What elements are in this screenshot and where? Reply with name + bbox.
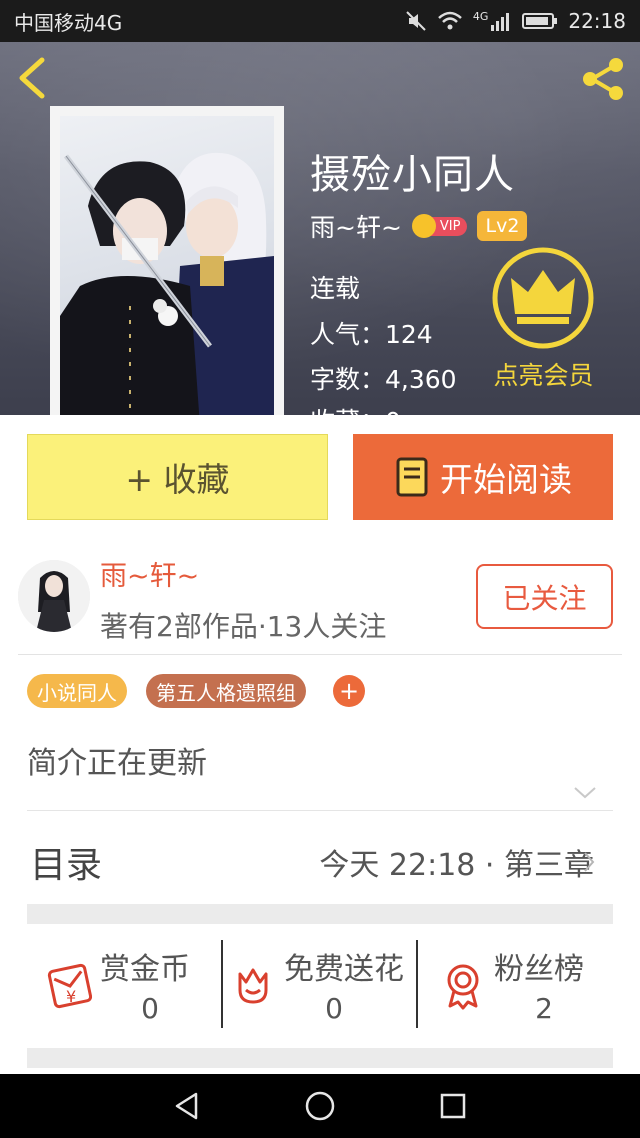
book-detail-screen: 中国移动4G 4G 22:18 摄殓小同人 雨~轩~ VIP Lv2 连载 人气…: [0, 0, 640, 1138]
crown-icon: [492, 247, 594, 349]
reward-coins-label: 赏金币: [100, 952, 190, 987]
send-flowers-label: 免费送花: [284, 952, 404, 987]
favorite-label: + 收藏: [125, 460, 230, 499]
book-cover[interactable]: [50, 106, 284, 415]
book-icon: [396, 457, 428, 497]
reward-coins[interactable]: ¥ 赏金币 0: [44, 940, 214, 1030]
follow-button[interactable]: 已关注: [476, 564, 613, 629]
reward-coins-count: 0: [141, 992, 159, 1025]
nav-back-button[interactable]: [167, 1086, 207, 1126]
follow-label: 已关注: [502, 581, 587, 615]
divider: [27, 810, 613, 811]
author-card-stats: 著有2部作品·13人关注: [100, 610, 387, 643]
wifi-icon: [437, 11, 462, 30]
vip-label: VIP: [430, 216, 468, 236]
send-flowers-count: 0: [325, 992, 343, 1025]
book-title: 摄殓小同人: [310, 152, 515, 198]
author-name[interactable]: 雨~轩~: [310, 208, 402, 244]
tag-chip[interactable]: 第五人格遗照组: [146, 674, 306, 708]
section-separator: [27, 904, 613, 924]
word-count-stat: 字数：4,360: [310, 365, 457, 394]
svg-text:¥: ¥: [66, 987, 76, 1006]
section-separator: [27, 1048, 613, 1068]
chevron-right-icon[interactable]: [582, 850, 596, 874]
author-card-name[interactable]: 雨~轩~: [100, 554, 199, 593]
divider: [416, 940, 418, 1028]
add-tag-button[interactable]: +: [333, 675, 365, 707]
nav-home-button[interactable]: [300, 1086, 340, 1126]
fan-ranking[interactable]: 粉丝榜 2: [438, 940, 608, 1030]
fan-ranking-count: 2: [535, 992, 553, 1025]
tag-chip[interactable]: 小说同人: [27, 674, 127, 708]
carrier-label: 中国移动4G: [14, 10, 123, 35]
circle-home-icon: [305, 1091, 335, 1121]
avatar[interactable]: [18, 560, 90, 632]
level-badge: Lv2: [477, 211, 528, 241]
favorites-stat: 收藏：0: [310, 402, 401, 415]
status-bar: 中国移动4G 4G 22:18: [0, 0, 640, 42]
toc-latest-chapter[interactable]: 今天 22:18 · 第三章: [319, 840, 594, 884]
serial-status: 连载: [310, 274, 361, 303]
signal-icon: [491, 13, 510, 31]
vip-membership-cta[interactable]: 点亮会员: [486, 244, 601, 394]
triangle-back-icon: [175, 1092, 197, 1120]
share-button[interactable]: [578, 56, 628, 102]
system-nav-bar: [0, 1074, 640, 1138]
cover-art: [60, 116, 274, 415]
author-row: 雨~轩~ VIP Lv2: [310, 208, 528, 244]
start-reading-label: 开始阅读: [440, 460, 572, 499]
chevron-down-icon[interactable]: [572, 784, 598, 802]
mute-icon: [406, 11, 426, 31]
divider: [221, 940, 223, 1028]
avatar-image: [18, 560, 90, 632]
book-intro: 简介正在更新: [27, 746, 207, 781]
vip-crown-icon: [411, 214, 436, 238]
cover-illustration: [60, 152, 274, 415]
send-flowers[interactable]: 免费送花 0: [228, 940, 418, 1030]
red-envelope-icon: ¥: [47, 963, 93, 1009]
network-type: 4G: [472, 9, 489, 23]
popularity-stat: 人气：124: [310, 320, 433, 349]
vip-badge: VIP: [411, 214, 468, 238]
battery-icon: [522, 13, 558, 29]
medal-icon: [447, 964, 479, 1010]
status-icons: 4G 22:18: [405, 9, 626, 33]
nav-recents-button[interactable]: [433, 1086, 473, 1126]
book-header: 摄殓小同人 雨~轩~ VIP Lv2 连载 人气：124 字数：4,360 收藏…: [0, 42, 640, 415]
vip-cta-label: 点亮会员: [493, 361, 594, 390]
square-recents-icon: [441, 1093, 466, 1119]
back-button[interactable]: [14, 56, 50, 100]
fan-ranking-label: 粉丝榜: [494, 952, 584, 987]
flower-icon: [238, 968, 268, 1004]
toc-title[interactable]: 目录: [30, 836, 102, 888]
favorite-button[interactable]: + 收藏: [27, 434, 328, 520]
start-reading-button[interactable]: 开始阅读: [353, 434, 613, 520]
clock: 22:18: [568, 9, 626, 33]
divider: [18, 654, 622, 655]
